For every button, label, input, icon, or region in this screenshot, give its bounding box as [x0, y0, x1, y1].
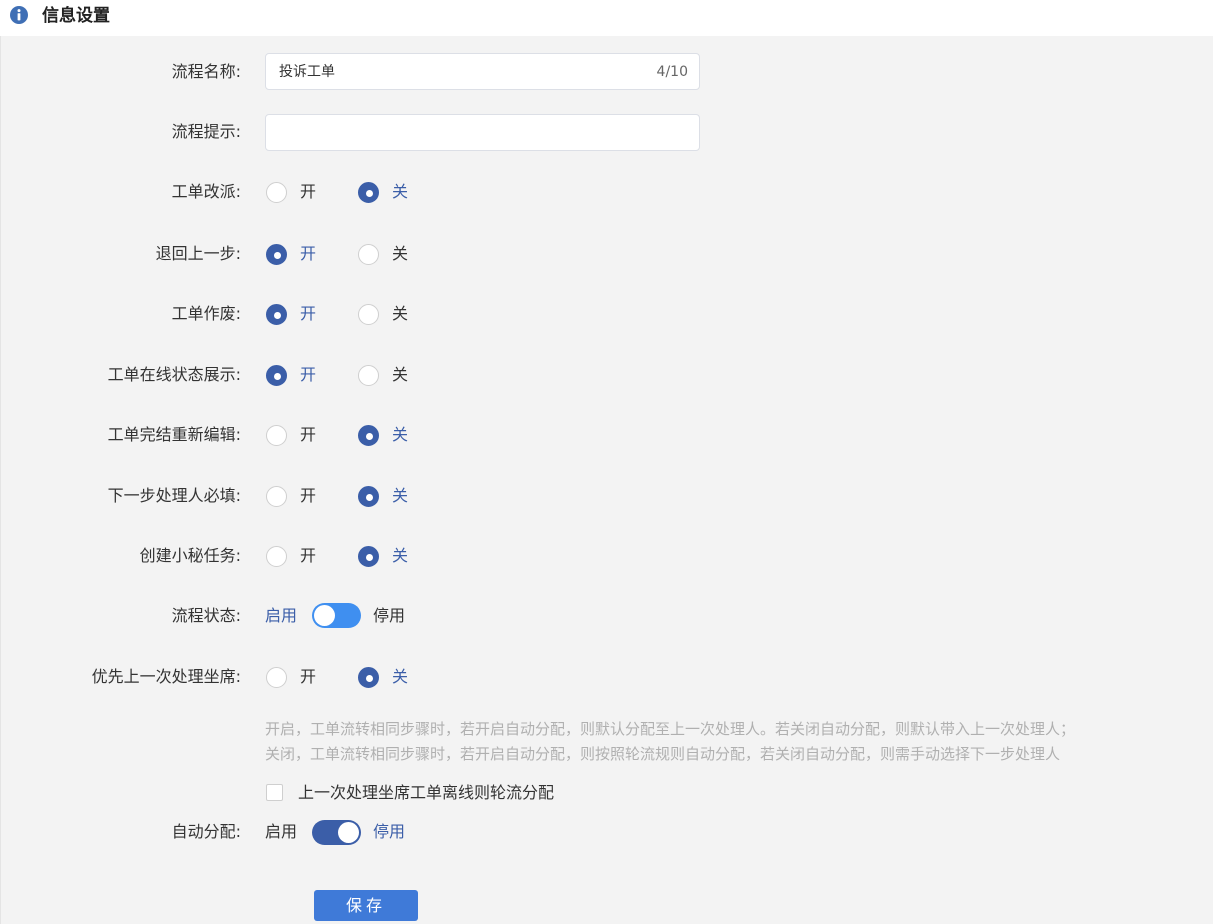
reedit-off-text[interactable]: 关 — [392, 424, 408, 446]
create-task-off-text[interactable]: 关 — [392, 545, 408, 567]
void-on-radio[interactable] — [266, 304, 287, 325]
auto-assign-switch[interactable] — [312, 820, 361, 845]
process-status-enable-text[interactable]: 启用 — [265, 605, 297, 627]
online-status-on-text[interactable]: 开 — [300, 364, 316, 386]
reedit-on-radio[interactable] — [266, 425, 287, 446]
reedit-off-radio[interactable] — [358, 425, 379, 446]
reedit-on-text[interactable]: 开 — [300, 424, 316, 446]
return-step-on-text[interactable]: 开 — [300, 243, 316, 265]
help-text-line-2: 关闭，工单流转相同步骤时，若开启自动分配，则按照轮流规则自动分配，若关闭自动分配… — [265, 745, 1061, 763]
process-status-label: 流程状态: — [171, 606, 241, 625]
priority-agent-on-radio[interactable] — [266, 667, 287, 688]
reassign-on-radio[interactable] — [266, 182, 287, 203]
help-text-line-1: 开启，工单流转相同步骤时，若开启自动分配，则默认分配至上一次处理人。若关闭自动分… — [265, 720, 1076, 738]
create-task-on-radio[interactable] — [266, 546, 287, 567]
process-name-label: 流程名称: — [171, 62, 241, 81]
create-task-off-radio[interactable] — [358, 546, 379, 567]
save-button[interactable]: 保存 — [314, 890, 418, 921]
offline-rotate-checkbox[interactable] — [266, 784, 283, 801]
create-task-on-text[interactable]: 开 — [300, 545, 316, 567]
next-handler-required-off-text[interactable]: 关 — [392, 485, 408, 507]
reassign-label: 工单改派: — [171, 182, 241, 201]
reassign-off-text[interactable]: 关 — [392, 181, 408, 203]
switch-knob — [314, 605, 335, 626]
online-status-off-text[interactable]: 关 — [392, 364, 408, 386]
header-bar: 信息设置 — [0, 0, 1213, 36]
process-status-switch[interactable] — [312, 603, 361, 628]
next-handler-required-off-radio[interactable] — [358, 486, 379, 507]
process-status-disable-text[interactable]: 停用 — [373, 605, 405, 627]
priority-agent-off-radio[interactable] — [358, 667, 379, 688]
priority-agent-label: 优先上一次处理坐席: — [91, 667, 241, 686]
reedit-label: 工单完结重新编辑: — [107, 425, 241, 444]
process-name-value: 投诉工单 — [279, 64, 335, 80]
next-handler-required-on-text[interactable]: 开 — [300, 485, 316, 507]
void-on-text[interactable]: 开 — [300, 303, 316, 325]
reassign-on-text[interactable]: 开 — [300, 181, 316, 203]
auto-assign-label: 自动分配: — [171, 822, 241, 841]
create-task-label: 创建小秘任务: — [139, 546, 241, 565]
next-handler-required-on-radio[interactable] — [266, 486, 287, 507]
auto-assign-disable-text[interactable]: 停用 — [373, 821, 405, 843]
process-name-counter: 4/10 — [656, 64, 688, 80]
frame-border — [0, 36, 1, 924]
void-label: 工单作废: — [171, 304, 241, 323]
page-title: 信息设置 — [42, 6, 110, 26]
process-hint-input[interactable] — [265, 114, 700, 151]
return-step-on-radio[interactable] — [266, 244, 287, 265]
online-status-off-radio[interactable] — [358, 365, 379, 386]
process-name-input[interactable]: 投诉工单 4/10 — [265, 53, 700, 90]
void-off-radio[interactable] — [358, 304, 379, 325]
online-status-on-radio[interactable] — [266, 365, 287, 386]
return-step-label: 退回上一步: — [155, 244, 241, 263]
void-off-text[interactable]: 关 — [392, 303, 408, 325]
online-status-label: 工单在线状态展示: — [107, 365, 241, 384]
next-handler-required-label: 下一步处理人必填: — [107, 486, 241, 505]
auto-assign-enable-text[interactable]: 启用 — [265, 821, 297, 843]
offline-rotate-label[interactable]: 上一次处理坐席工单离线则轮流分配 — [298, 782, 554, 804]
priority-agent-on-text[interactable]: 开 — [300, 666, 316, 688]
return-step-off-text[interactable]: 关 — [392, 243, 408, 265]
switch-knob — [338, 822, 359, 843]
process-hint-label: 流程提示: — [171, 122, 241, 141]
info-icon — [10, 6, 28, 24]
return-step-off-radio[interactable] — [358, 244, 379, 265]
reassign-off-radio[interactable] — [358, 182, 379, 203]
priority-agent-off-text[interactable]: 关 — [392, 666, 408, 688]
